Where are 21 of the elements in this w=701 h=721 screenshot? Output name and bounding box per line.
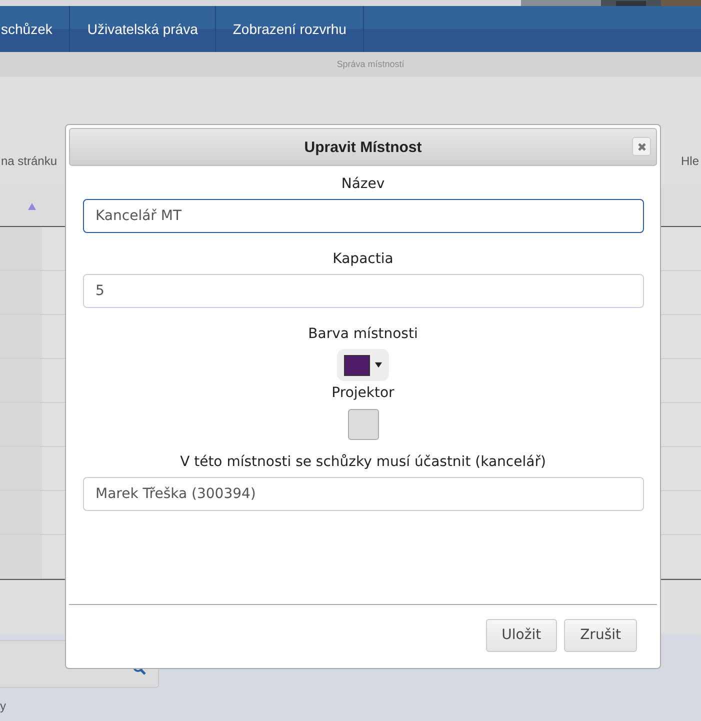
checkbox[interactable] xyxy=(348,409,378,440)
color-picker[interactable] xyxy=(337,349,389,381)
dialog-button[interactable]: Zrušit xyxy=(564,618,637,652)
field-label: Název xyxy=(341,176,385,192)
page-subtitle: Správa místností xyxy=(0,52,701,77)
page-size-label: na stránku xyxy=(1,154,58,170)
input-field[interactable]: 5 xyxy=(82,274,644,308)
search-label: Hle xyxy=(680,154,699,170)
field-label: Barva místnosti xyxy=(308,326,418,342)
caret-icon xyxy=(375,362,382,368)
sort-icon[interactable] xyxy=(28,202,36,210)
footer-text: y xyxy=(0,699,6,713)
field-label: Kapactia xyxy=(332,251,394,267)
field-label: V této místnosti se schůzky musí účastnit (kancelář) xyxy=(180,454,546,470)
input-field[interactable]: Marek Třeška (300394) xyxy=(82,477,644,511)
dialog-title: Upravit Místnost xyxy=(304,138,422,156)
input-field[interactable]: Kancelář MT xyxy=(82,199,644,233)
dialog-button[interactable]: Uložit xyxy=(486,618,558,652)
close-button[interactable] xyxy=(632,137,651,156)
close-icon[interactable] xyxy=(636,142,646,152)
field-label: Projektor xyxy=(332,385,394,401)
